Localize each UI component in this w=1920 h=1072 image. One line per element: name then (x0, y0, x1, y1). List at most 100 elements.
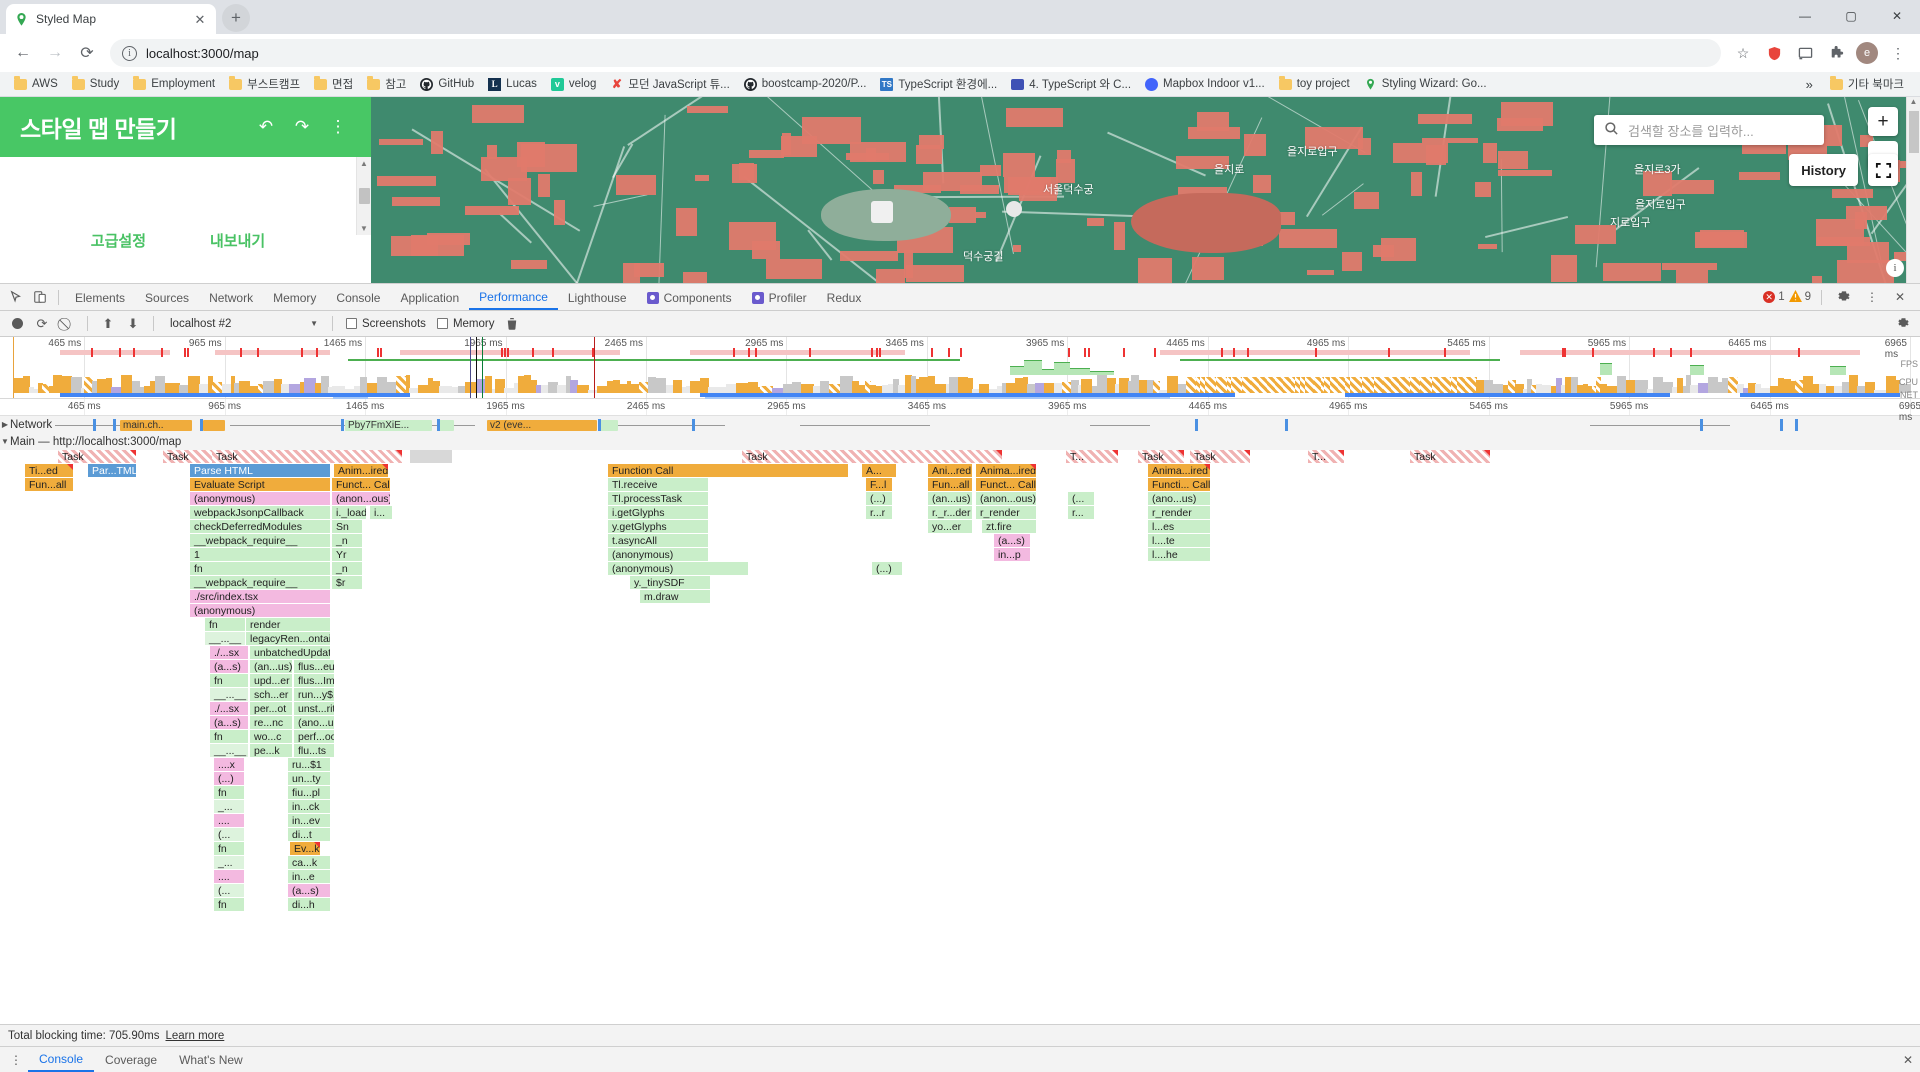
flame-block[interactable]: Anim...ired (334, 464, 388, 477)
flame-block[interactable]: webpackJsonpCallback (190, 506, 330, 519)
bookmark-item[interactable]: 면접 (308, 74, 359, 94)
timeline-overview[interactable]: 465 ms 965 ms 1465 ms 1965 ms 2465 ms 2965 ms… (0, 337, 1920, 401)
flame-block[interactable]: run...y$1 (294, 688, 334, 701)
drawer-tab-what-s-new[interactable]: What's New (168, 1048, 254, 1071)
device-toolbar-icon[interactable] (28, 285, 52, 309)
settings-gear-icon[interactable] (1832, 285, 1856, 309)
flame-block[interactable]: (...) (866, 492, 892, 505)
puzzle-icon[interactable] (1822, 39, 1850, 67)
page-scrollbar[interactable]: ▲ (1906, 97, 1920, 283)
flame-block[interactable]: Fun...all (928, 478, 972, 491)
flame-block[interactable]: i._load (332, 506, 366, 519)
record-circle-icon[interactable] (6, 313, 28, 335)
bookmark-item[interactable]: 부스트캠프 (223, 74, 306, 94)
tab-lighthouse[interactable]: Lighthouse (558, 286, 637, 309)
flame-block[interactable]: Task (58, 450, 136, 463)
map-canvas[interactable]: 을지로 을지로입구 을지로3가 을지로입구 서울덕수궁 덕수궁길 지로입구 검색할 장소를 … (371, 97, 1920, 283)
flame-block[interactable]: r...r (866, 506, 892, 519)
error-badge[interactable]: ✕ 1 (1763, 291, 1785, 303)
flame-block[interactable]: (anonymous) (608, 548, 708, 561)
flame-block[interactable]: Ti...ed (25, 464, 73, 477)
maximize-button[interactable]: ▢ (1828, 0, 1874, 32)
tab-components[interactable]: Components (637, 286, 742, 309)
tab-application[interactable]: Application (390, 286, 469, 309)
bookmark-item[interactable]: AWS (8, 76, 64, 93)
flame-block[interactable]: sch...er (250, 688, 292, 701)
drawer-close-icon[interactable]: ✕ (1896, 1048, 1920, 1072)
flame-block[interactable]: y._tinySDF (630, 576, 710, 589)
drawer-more-icon[interactable]: ⋮ (4, 1048, 28, 1072)
flame-block[interactable]: l....te (1148, 534, 1210, 547)
flame-block[interactable]: __webpack_require__ (190, 576, 330, 589)
flame-block[interactable]: (anonymous) (190, 492, 330, 505)
flame-block[interactable]: flu...ts (294, 744, 334, 757)
flame-block[interactable]: r... (1068, 506, 1094, 519)
flame-block[interactable]: Tl.processTask (608, 492, 708, 505)
flame-block[interactable]: fn (214, 842, 244, 855)
network-row-header[interactable]: ▶ Network main.ch.. Pby7FmXiE... v2 (eve..… (0, 416, 1920, 433)
devtools-more-icon[interactable]: ⋮ (1860, 285, 1884, 309)
flame-block[interactable]: r._r...der (928, 506, 972, 519)
bookmark-item[interactable]: boostcamp-2020/P... (738, 76, 873, 93)
scroll-down-icon[interactable]: ▼ (360, 224, 368, 233)
flame-block[interactable]: Funct... Call (976, 478, 1036, 491)
download-profile-icon[interactable]: ⬇ (122, 313, 144, 335)
screenshots-checkbox[interactable]: Screenshots (342, 318, 430, 330)
other-bookmarks-item[interactable]: 기타 북마크 (1824, 74, 1910, 94)
flame-block[interactable]: zt.fire (982, 520, 1036, 533)
flame-block[interactable]: Task (212, 450, 402, 463)
flame-block[interactable]: __webpack_require__ (190, 534, 330, 547)
flame-block[interactable]: flus...Impl (294, 674, 334, 687)
upload-profile-icon[interactable]: ⬆ (97, 313, 119, 335)
flame-block[interactable]: Ev...k (290, 842, 320, 855)
flame-block[interactable]: ./...sx (210, 702, 248, 715)
tab-network[interactable]: Network (199, 286, 263, 309)
bookmark-item[interactable]: 4. TypeScript 와 C... (1005, 74, 1137, 94)
flame-block[interactable]: pe...k (250, 744, 292, 757)
bookmark-item[interactable]: TS TypeScript 환경에... (874, 74, 1003, 94)
flame-block[interactable]: per...ot (250, 702, 292, 715)
flame-block[interactable]: in...ck (288, 800, 330, 813)
flame-block[interactable]: __...__ (210, 688, 248, 701)
flame-block[interactable]: Parse HTML (190, 464, 330, 477)
flame-block[interactable]: wo...c (250, 730, 292, 743)
flame-block[interactable]: fn (205, 618, 245, 631)
flame-block[interactable]: upd...er (250, 674, 292, 687)
bookmark-item[interactable]: v velog (545, 76, 603, 93)
flame-block[interactable]: (ano...us) (1148, 492, 1210, 505)
tab-profiler[interactable]: Profiler (742, 286, 817, 309)
map-info-icon[interactable]: i (1886, 259, 1904, 277)
tab-redux[interactable]: Redux (817, 286, 872, 309)
more-vert-icon[interactable]: ⋮ (325, 117, 351, 137)
network-request-bar[interactable] (203, 420, 225, 431)
warning-badge[interactable]: 9 (1788, 289, 1811, 305)
scrollbar-thumb[interactable] (1909, 111, 1919, 153)
flame-block[interactable]: Task (1410, 450, 1490, 463)
flame-block[interactable]: i... (370, 506, 392, 519)
flame-block[interactable]: A... (862, 464, 896, 477)
flame-block[interactable]: Anima...ired (1148, 464, 1210, 477)
main-thread-row-header[interactable]: ▼ Main — http://localhost:3000/map (0, 433, 1920, 450)
flame-block[interactable]: legacyRen...ontainer (246, 632, 330, 645)
bookmark-item[interactable]: Mapbox Indoor v1... (1139, 76, 1271, 93)
flame-block[interactable]: checkDeferredModules (190, 520, 330, 533)
flame-block[interactable]: _... (214, 800, 244, 813)
flame-block[interactable]: l...es (1148, 520, 1210, 533)
flame-block[interactable]: fn (214, 898, 244, 911)
flame-block[interactable]: (an...us) (928, 492, 972, 505)
history-button[interactable]: History (1789, 154, 1858, 186)
flame-block[interactable]: Ani...red (928, 464, 972, 477)
new-tab-button[interactable]: + (222, 4, 250, 32)
flame-block[interactable]: Functi... Call (1148, 478, 1210, 491)
memory-checkbox[interactable]: Memory (433, 318, 499, 330)
flame-block[interactable]: T... (1308, 450, 1344, 463)
flame-block[interactable]: (a...s) (994, 534, 1030, 547)
profile-select[interactable]: localhost #2 ▼ (163, 314, 323, 333)
flame-block[interactable]: Yr (332, 548, 362, 561)
fullscreen-icon[interactable] (1868, 154, 1898, 186)
flame-block[interactable]: in...e (288, 870, 330, 883)
flame-block[interactable]: in...p (994, 548, 1030, 561)
devtools-close-icon[interactable]: ✕ (1888, 285, 1912, 309)
flame-block[interactable]: y.getGlyphs (608, 520, 708, 533)
redo-icon[interactable]: ↷ (289, 117, 315, 137)
